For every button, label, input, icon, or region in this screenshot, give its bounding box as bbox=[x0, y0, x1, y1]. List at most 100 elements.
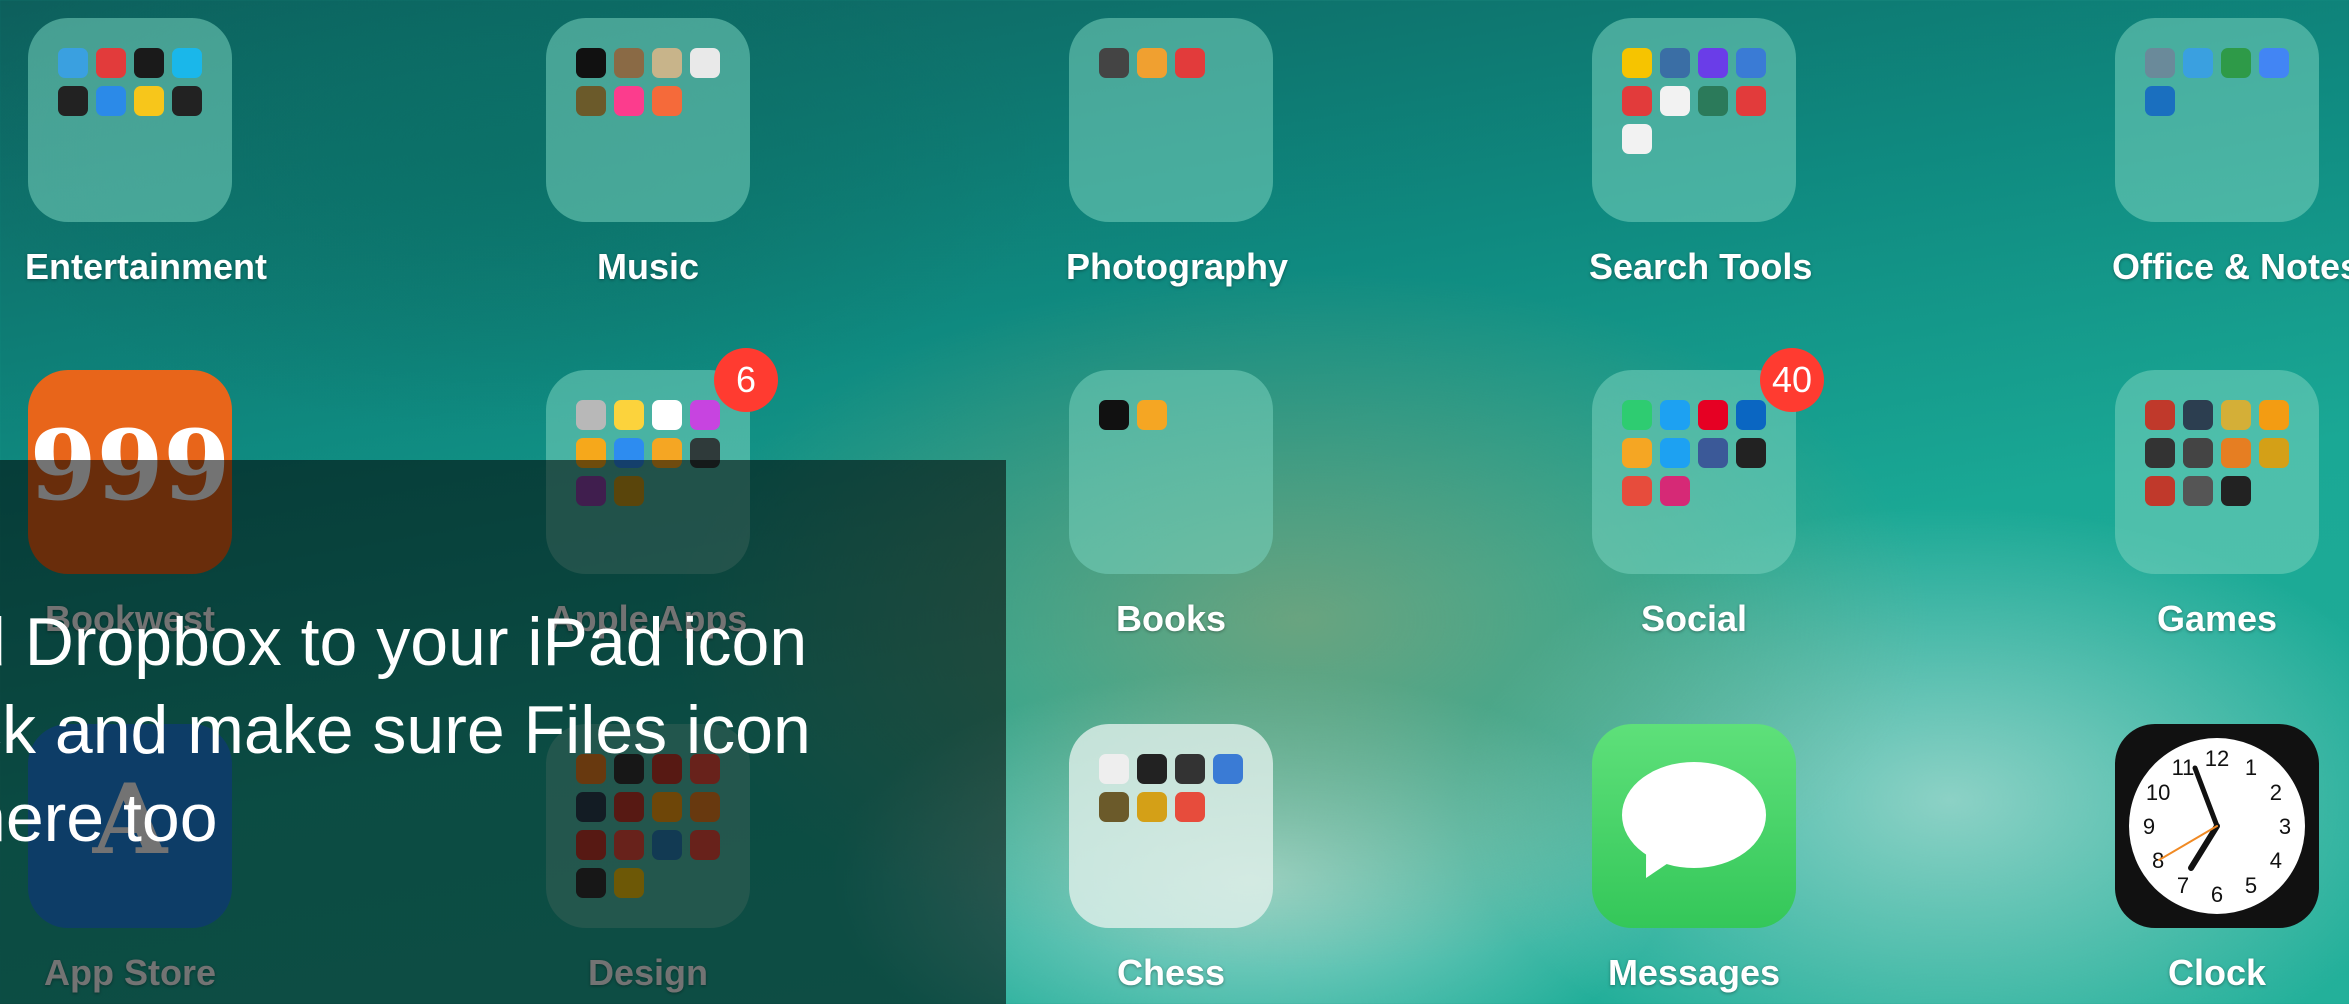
mini-app-icon bbox=[2183, 400, 2213, 430]
mini-app-icon bbox=[1099, 400, 1129, 430]
clock-numeral: 6 bbox=[2211, 882, 2223, 907]
app-label: Chess bbox=[1116, 952, 1226, 993]
app-chess[interactable]: Chess bbox=[1066, 724, 1276, 994]
clock-numeral: 4 bbox=[2270, 848, 2282, 873]
mini-app-icon bbox=[576, 400, 606, 430]
clock-face: 1 2 3 4 5 6 7 8 9 10 11 12 bbox=[2129, 738, 2305, 914]
clock-hour-hand bbox=[2188, 823, 2220, 871]
mini-app-icon bbox=[614, 48, 644, 78]
mini-app-icon bbox=[2221, 476, 2251, 506]
app-messages[interactable]: Messages bbox=[1589, 724, 1799, 994]
mini-app-icon bbox=[614, 86, 644, 116]
caption-overlay: d Dropbox to your iPad icon ck and make … bbox=[0, 460, 1006, 1004]
app-label: Social bbox=[1640, 598, 1748, 639]
mini-app-icon bbox=[1660, 438, 1690, 468]
clock-numeral: 8 bbox=[2152, 848, 2164, 873]
app-label: Photography bbox=[1066, 246, 1288, 287]
folder-chess[interactable] bbox=[1069, 724, 1273, 928]
mini-app-icon bbox=[134, 86, 164, 116]
folder-preview bbox=[2145, 400, 2295, 506]
folder-entertainment[interactable] bbox=[28, 18, 232, 222]
mini-app-icon bbox=[1622, 86, 1652, 116]
app-music[interactable]: Music bbox=[543, 18, 753, 288]
app-social[interactable]: 40 Social bbox=[1589, 348, 1824, 640]
mini-app-icon bbox=[1213, 754, 1243, 784]
mini-app-icon bbox=[576, 48, 606, 78]
clock-numeral: 10 bbox=[2146, 780, 2170, 805]
mini-app-icon bbox=[652, 400, 682, 430]
mini-app-icon bbox=[2259, 48, 2289, 78]
folder-preview bbox=[58, 48, 208, 116]
mini-app-icon bbox=[2183, 48, 2213, 78]
mini-app-icon bbox=[172, 48, 202, 78]
mini-app-icon bbox=[1099, 48, 1129, 78]
mini-app-icon bbox=[2145, 438, 2175, 468]
notification-badge: 40 bbox=[1760, 348, 1824, 412]
app-photography[interactable]: Photography bbox=[1066, 18, 1288, 288]
app-clock[interactable]: 1 2 3 4 5 6 7 8 9 10 11 12 Clock bbox=[2112, 724, 2322, 994]
mini-app-icon bbox=[96, 48, 126, 78]
app-books[interactable]: Books bbox=[1066, 370, 1276, 640]
mini-app-icon bbox=[652, 86, 682, 116]
mini-app-icon bbox=[1698, 48, 1728, 78]
notification-badge: 6 bbox=[714, 348, 778, 412]
app-label: Books bbox=[1115, 598, 1227, 639]
clock-numeral: 2 bbox=[2270, 780, 2282, 805]
mini-app-icon bbox=[1137, 754, 1167, 784]
mini-app-icon bbox=[690, 48, 720, 78]
clock-numeral: 7 bbox=[2177, 873, 2189, 898]
folder-preview bbox=[1099, 754, 1249, 822]
mini-app-icon bbox=[2221, 438, 2251, 468]
speech-bubble-icon bbox=[1622, 762, 1766, 868]
app-search-tools[interactable]: Search Tools bbox=[1589, 18, 1813, 288]
mini-app-icon bbox=[1698, 438, 1728, 468]
folder-books[interactable] bbox=[1069, 370, 1273, 574]
messages-icon[interactable] bbox=[1592, 724, 1796, 928]
mini-app-icon bbox=[1622, 48, 1652, 78]
mini-app-icon bbox=[58, 48, 88, 78]
folder-office-and-notes[interactable] bbox=[2115, 18, 2319, 222]
mini-app-icon bbox=[2183, 438, 2213, 468]
mini-app-icon bbox=[1660, 476, 1690, 506]
app-label: Music bbox=[596, 246, 700, 287]
folder-preview bbox=[1622, 400, 1772, 506]
mini-app-icon bbox=[1622, 476, 1652, 506]
mini-app-icon bbox=[1736, 438, 1766, 468]
app-entertainment[interactable]: Entertainment bbox=[25, 18, 268, 288]
mini-app-icon bbox=[1099, 792, 1129, 822]
mini-app-icon bbox=[2145, 48, 2175, 78]
clock-numeral: 1 bbox=[2245, 755, 2257, 780]
mini-app-icon bbox=[1660, 86, 1690, 116]
clock-numeral: 9 bbox=[2143, 814, 2155, 839]
mini-app-icon bbox=[1698, 400, 1728, 430]
app-label: Clock bbox=[2167, 952, 2267, 993]
mini-app-icon bbox=[1175, 48, 1205, 78]
clock-icon[interactable]: 1 2 3 4 5 6 7 8 9 10 11 12 bbox=[2115, 724, 2319, 928]
mini-app-icon bbox=[1736, 86, 1766, 116]
mini-app-icon bbox=[2221, 48, 2251, 78]
folder-preview bbox=[1099, 48, 1249, 78]
mini-app-icon bbox=[1137, 792, 1167, 822]
app-office-and-notes[interactable]: Office & Notes bbox=[2112, 18, 2349, 288]
mini-app-icon bbox=[1736, 48, 1766, 78]
folder-photography[interactable] bbox=[1069, 18, 1273, 222]
mini-app-icon bbox=[1660, 400, 1690, 430]
mini-app-icon bbox=[1099, 754, 1129, 784]
app-label: Entertainment bbox=[25, 246, 268, 287]
caption-text: d Dropbox to your iPad icon ck and make … bbox=[0, 604, 811, 856]
app-games[interactable]: Games bbox=[2112, 370, 2322, 640]
folder-search-tools[interactable] bbox=[1592, 18, 1796, 222]
mini-app-icon bbox=[1622, 438, 1652, 468]
mini-app-icon bbox=[1698, 86, 1728, 116]
mini-app-icon bbox=[1175, 754, 1205, 784]
folder-social[interactable]: 40 bbox=[1592, 348, 1824, 574]
app-label: Search Tools bbox=[1589, 246, 1813, 287]
folder-music[interactable] bbox=[546, 18, 750, 222]
mini-app-icon bbox=[134, 48, 164, 78]
mini-app-icon bbox=[2145, 476, 2175, 506]
folder-preview bbox=[1622, 48, 1772, 154]
folder-preview bbox=[2145, 48, 2295, 116]
mini-app-icon bbox=[1622, 124, 1652, 154]
folder-games[interactable] bbox=[2115, 370, 2319, 574]
folder-preview bbox=[1099, 400, 1249, 430]
